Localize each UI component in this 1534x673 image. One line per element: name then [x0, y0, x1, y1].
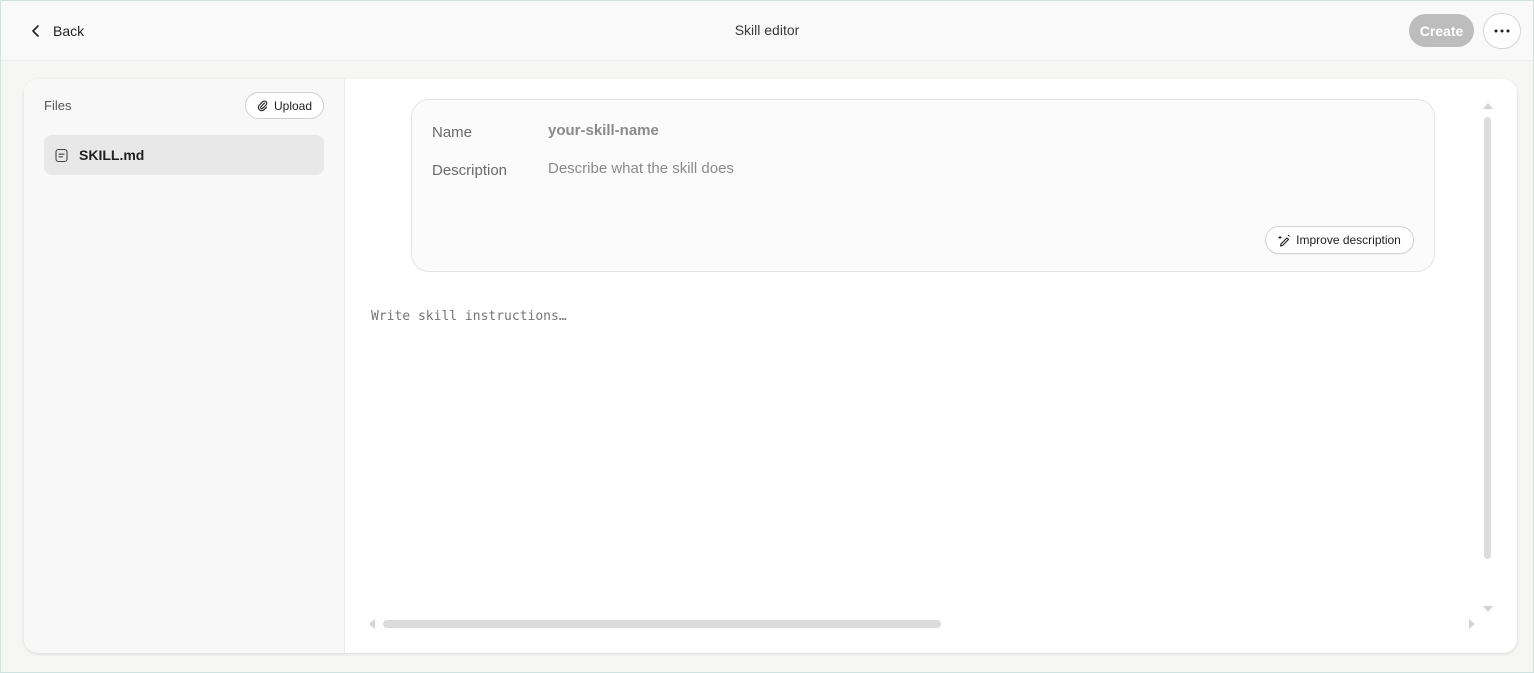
file-item-skill-md[interactable]: SKILL.md [44, 135, 324, 175]
ellipsis-icon [1494, 29, 1510, 33]
document-icon [55, 148, 68, 162]
magic-pen-icon [1278, 234, 1290, 247]
description-field[interactable]: Describe what the skill does [548, 160, 734, 177]
files-sidebar: Files Upload SKILL.md [24, 79, 345, 653]
horizontal-scrollbar[interactable] [368, 618, 1478, 630]
improve-description-button[interactable]: Improve description [1265, 226, 1414, 254]
create-button[interactable]: Create [1409, 14, 1474, 47]
skill-name-field[interactable]: your-skill-name [548, 122, 659, 139]
files-heading: Files [44, 98, 72, 113]
horizontal-scroll-thumb[interactable] [383, 620, 941, 628]
scroll-left-arrow-icon[interactable] [369, 619, 375, 629]
upload-button[interactable]: Upload [245, 92, 324, 119]
scroll-right-arrow-icon[interactable] [1469, 619, 1475, 629]
scroll-up-arrow-icon[interactable] [1483, 103, 1493, 109]
paperclip-icon [257, 100, 268, 111]
more-options-button[interactable] [1483, 13, 1521, 49]
app-window: Back Skill editor Create Files Upload SK… [0, 0, 1534, 673]
instructions-editor[interactable] [371, 309, 1461, 609]
upload-label: Upload [273, 98, 313, 113]
improve-description-label: Improve description [1296, 233, 1401, 247]
name-label: Name [432, 124, 473, 141]
vertical-scroll-thumb[interactable] [1484, 117, 1491, 559]
file-name: SKILL.md [79, 147, 145, 163]
vertical-scrollbar[interactable] [1481, 99, 1493, 619]
header-bar: Back Skill editor Create [1, 1, 1533, 61]
scroll-down-arrow-icon[interactable] [1483, 606, 1493, 612]
page-title: Skill editor [734, 22, 800, 38]
skill-metadata-box: Name your-skill-name Description Describ… [411, 99, 1435, 272]
description-label: Description [432, 162, 508, 179]
editor-card: Files Upload SKILL.md Name your-skill-na… [24, 79, 1517, 653]
